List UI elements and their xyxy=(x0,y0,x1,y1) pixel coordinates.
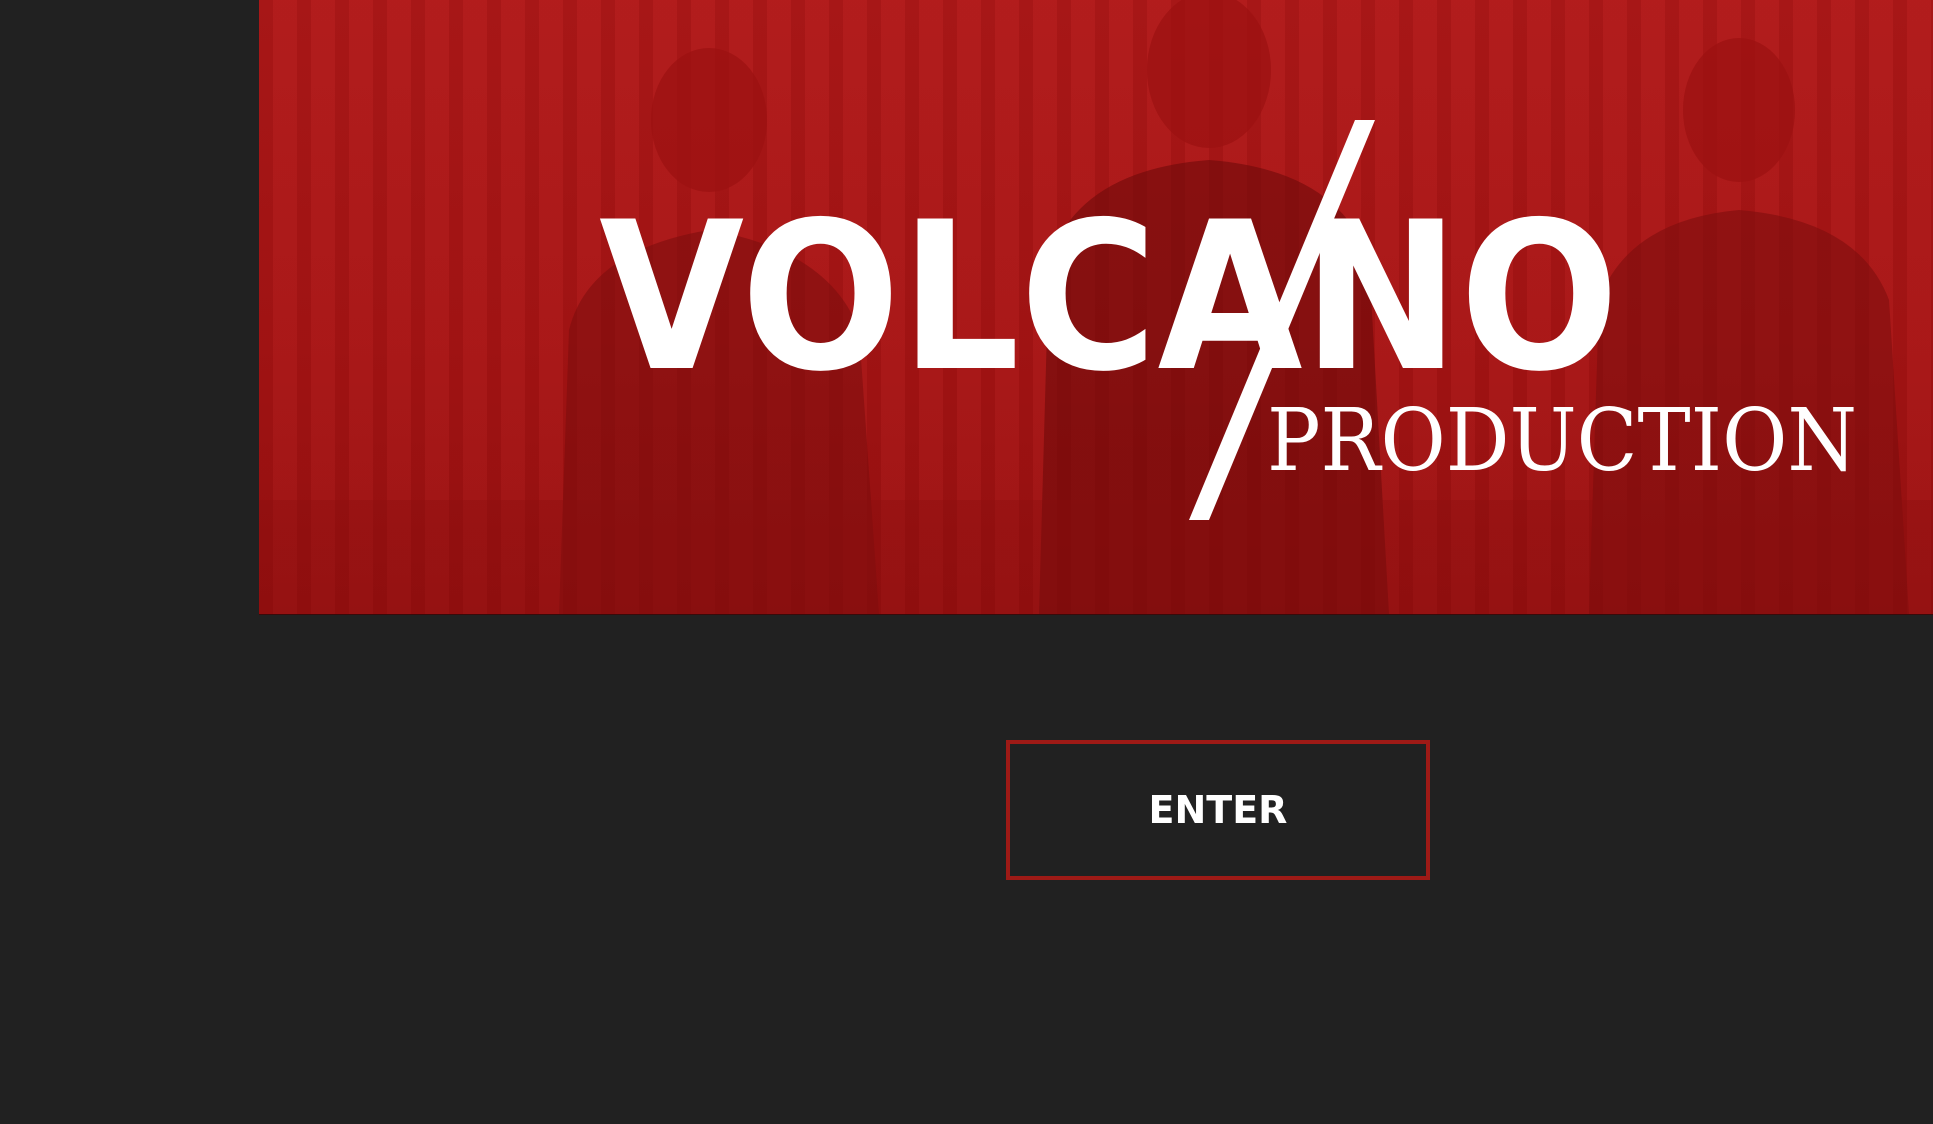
hero-banner: VOLCANO PRODUCTION xyxy=(259,0,1933,615)
logo-word: VOLCANO xyxy=(599,179,1619,417)
enter-button[interactable]: ENTER xyxy=(1006,740,1430,880)
landing-page: VOLCANO PRODUCTION ENTER xyxy=(0,0,1933,1124)
logo-subtitle: PRODUCTION xyxy=(1267,391,1857,491)
volcano-logo: VOLCANO PRODUCTION xyxy=(599,120,1857,520)
